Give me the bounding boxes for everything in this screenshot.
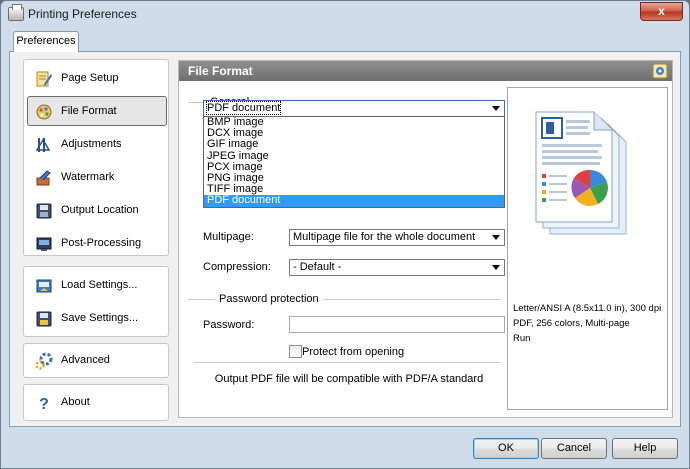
nav-item-save-settings[interactable]: Save Settings...: [27, 303, 167, 333]
load-settings-icon: [36, 279, 52, 293]
nav-label-adjustments: Adjustments: [61, 138, 122, 150]
nav-group-main: Page Setup File Format Adjustments Water…: [23, 59, 169, 256]
protect-checkbox[interactable]: [289, 345, 302, 358]
nav-label-advanced: Advanced: [61, 354, 110, 366]
printing-preferences-window: Printing Preferences x Preferences Page …: [0, 0, 690, 469]
preview-info-format: PDF, 256 colors, Multi-page: [513, 318, 630, 329]
about-icon: ?: [39, 396, 49, 412]
advanced-icon: [35, 352, 53, 370]
panel-title: File Format: [188, 64, 253, 78]
pdfa-note: Output PDF file will be compatible with …: [214, 373, 484, 385]
nav-item-adjustments[interactable]: Adjustments: [27, 129, 167, 159]
nav-label-watermark: Watermark: [61, 171, 115, 183]
panel-help-icon[interactable]: [652, 63, 668, 79]
svg-text:?: ?: [39, 396, 49, 412]
file-format-panel: File Format General PDF document BMP ima…: [178, 60, 673, 418]
save-settings-icon: [36, 311, 52, 327]
file-format-icon: [36, 104, 52, 120]
nav-item-file-format[interactable]: File Format: [27, 96, 167, 126]
nav-label-load-settings: Load Settings...: [61, 279, 138, 291]
nav-item-post-processing[interactable]: Post-Processing: [27, 228, 167, 258]
preferences-tab-panel: Page Setup File Format Adjustments Water…: [9, 51, 681, 427]
nav-label-save-settings: Save Settings...: [61, 312, 139, 324]
help-button[interactable]: Help: [612, 438, 678, 459]
nav-label-page-setup: Page Setup: [61, 72, 119, 84]
window-title: Printing Preferences: [28, 7, 137, 21]
preview-info-paper: Letter/ANSI A (8.5x11.0 in), 300 dpi: [513, 303, 662, 314]
nav-item-watermark[interactable]: Watermark: [27, 162, 167, 192]
compression-select-value: - Default -: [293, 261, 342, 273]
format-option-selected[interactable]: PDF document: [204, 195, 504, 207]
protect-label: Protect from opening: [302, 346, 405, 358]
nav-label-file-format: File Format: [61, 105, 117, 117]
nav-item-about[interactable]: ? About: [27, 387, 167, 417]
nav-group-about: ? About: [23, 384, 169, 421]
post-processing-icon: [36, 237, 52, 251]
tab-preferences[interactable]: Preferences: [13, 31, 79, 52]
format-option[interactable]: GIF image: [204, 139, 504, 150]
ok-button[interactable]: OK: [473, 438, 539, 459]
nav-group-settings: Load Settings... Save Settings...: [23, 266, 169, 337]
password-section-label: Password protection: [215, 293, 323, 305]
nav-group-advanced: Advanced: [23, 343, 169, 378]
document-preview: Letter/ANSI A (8.5x11.0 in), 300 dpi PDF…: [507, 87, 668, 410]
adjustments-icon: [35, 138, 51, 152]
printer-icon: [8, 4, 24, 21]
output-location-icon: [36, 203, 52, 219]
multipage-select-value: Multipage file for the whole document: [293, 231, 476, 243]
nav-label-post-processing: Post-Processing: [61, 237, 142, 249]
nav-item-output-location[interactable]: Output Location: [27, 195, 167, 225]
cancel-button[interactable]: Cancel: [541, 438, 607, 459]
panel-header: File Format: [179, 61, 672, 81]
format-select-value: PDF document: [205, 101, 282, 115]
nav-item-load-settings[interactable]: Load Settings...: [27, 270, 167, 300]
nav-item-page-setup[interactable]: Page Setup: [27, 63, 167, 93]
nav-label-about: About: [61, 396, 90, 408]
title-bar: Printing Preferences x: [1, 1, 689, 29]
document-preview-icon: [535, 111, 627, 235]
chevron-down-icon: [492, 265, 500, 270]
format-select[interactable]: PDF document: [203, 100, 505, 117]
preview-info: Letter/ANSI A (8.5x11.0 in), 300 dpi PDF…: [513, 301, 661, 346]
chevron-down-icon: [492, 235, 500, 240]
multipage-label: Multipage:: [203, 231, 254, 243]
footer-divider: [194, 362, 500, 363]
chevron-down-icon: [492, 106, 500, 111]
password-label: Password:: [203, 319, 255, 331]
compression-select[interactable]: - Default -: [289, 259, 505, 276]
format-dropdown-list[interactable]: BMP image DCX image GIF image JPEG image…: [203, 116, 505, 208]
close-button[interactable]: x: [640, 2, 683, 21]
password-field[interactable]: [289, 316, 505, 333]
compression-label: Compression:: [203, 261, 271, 273]
watermark-icon: [36, 170, 51, 186]
preview-info-action: Run: [513, 333, 531, 344]
nav-label-output-location: Output Location: [61, 204, 139, 216]
page-setup-icon: [36, 71, 52, 87]
multipage-select[interactable]: Multipage file for the whole document: [289, 229, 505, 246]
nav-item-advanced[interactable]: Advanced: [27, 345, 167, 375]
